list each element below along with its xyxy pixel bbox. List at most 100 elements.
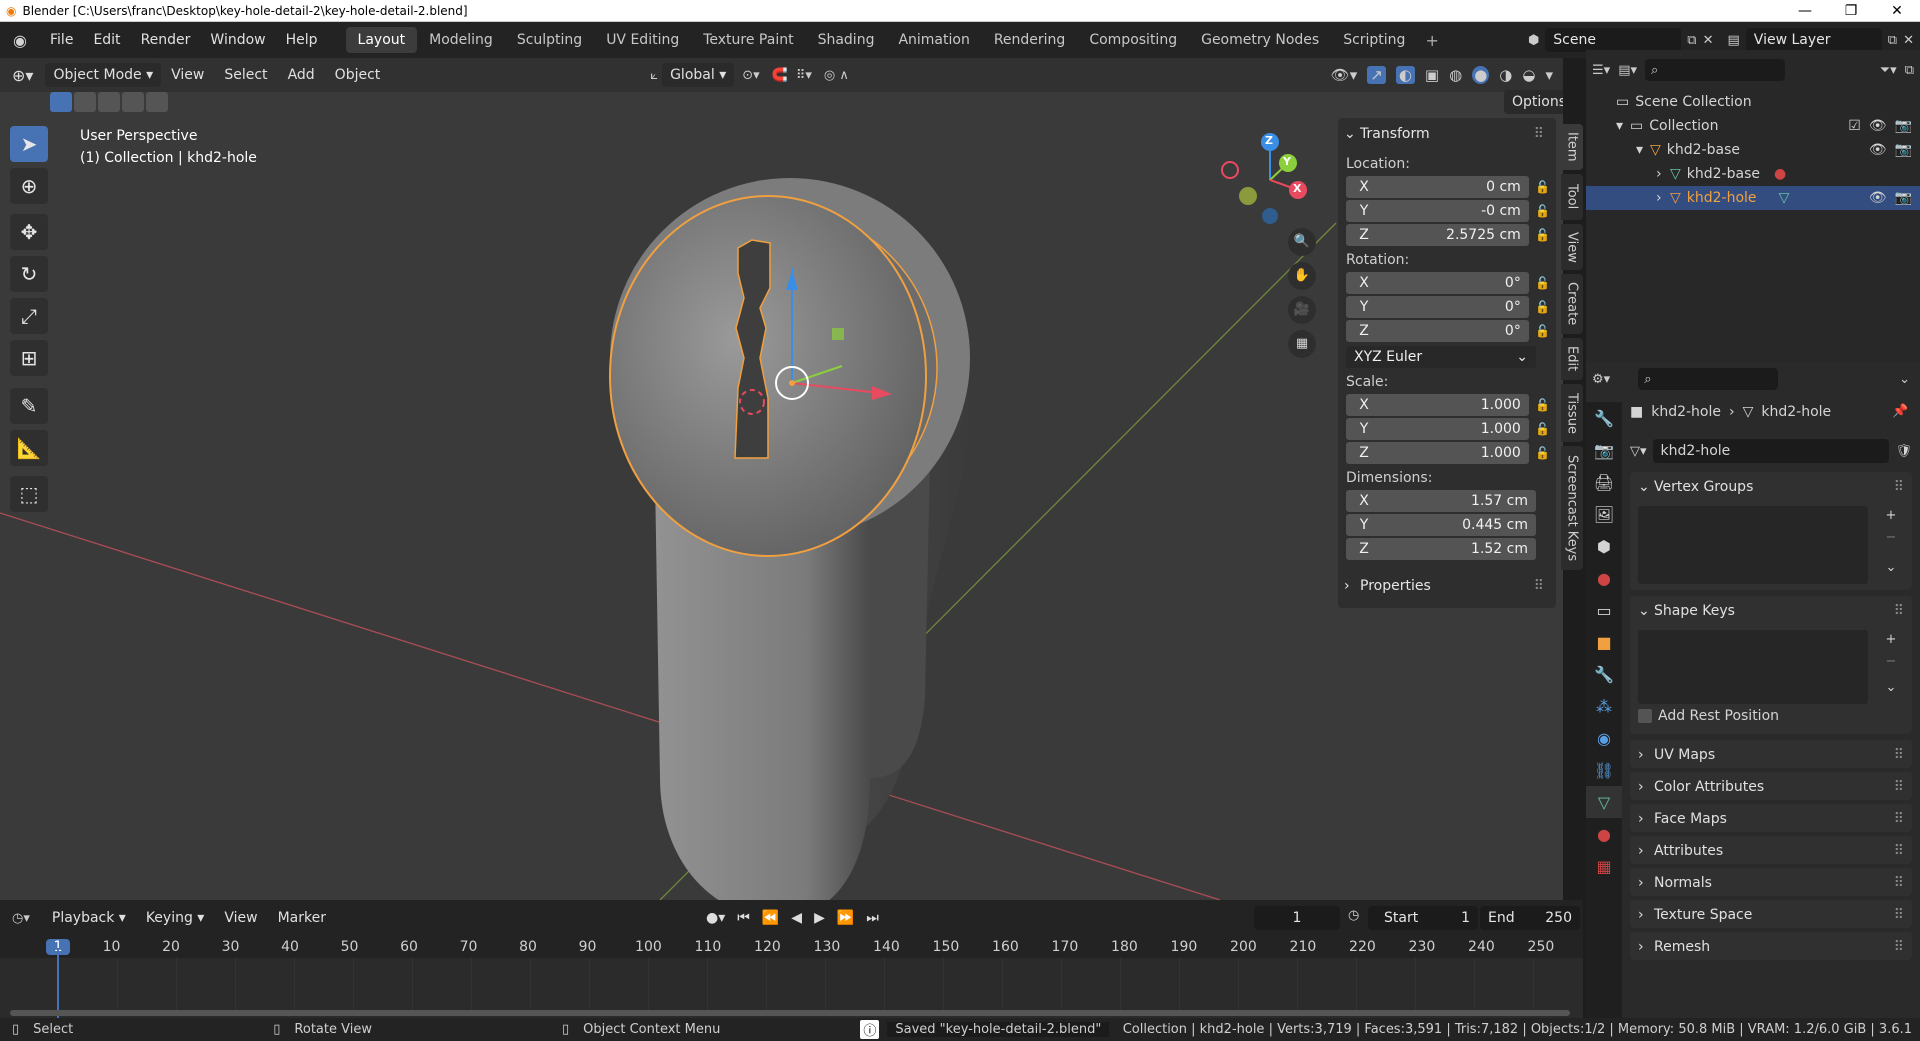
proportional-edit-icon[interactable]: ◎ ∧ <box>816 68 857 83</box>
sidebar-tab-screencast-keys[interactable]: Screencast Keys <box>1561 446 1583 570</box>
menu-window[interactable]: Window <box>200 27 275 53</box>
frame-ruler[interactable]: 1 10 20 30 40 50 60 70 80 90 100 110 120 130 140 150 160… <box>0 936 1583 958</box>
end-frame-field[interactable]: End 250 <box>1480 906 1580 930</box>
close-button[interactable]: ✕ <box>1874 3 1920 19</box>
sidebar-tab-item[interactable]: Item <box>1561 124 1583 170</box>
scale-x-field[interactable]: X 1.000 <box>1346 394 1529 416</box>
minimize-button[interactable]: — <box>1782 3 1828 19</box>
uv-maps-panel[interactable]: › UV Maps ⠿ <box>1630 740 1912 768</box>
location-y-field[interactable]: Y -0 cm <box>1346 200 1529 222</box>
chevron-down-icon[interactable]: ▾ <box>1636 142 1650 158</box>
drag-handle-icon[interactable]: ⠿ <box>1894 603 1904 619</box>
timeline-grid[interactable] <box>0 958 1583 1016</box>
snap-target-icon[interactable]: ⠿▾ <box>792 68 816 83</box>
properties-editor-icon[interactable]: ⚙▾ <box>1592 372 1610 387</box>
fake-user-icon[interactable]: 🛡 <box>1895 444 1912 459</box>
sidebar-tab-create[interactable]: Create <box>1561 274 1583 334</box>
camera-render-icon[interactable]: 📷 <box>1895 118 1912 134</box>
drag-handle-icon[interactable]: ⠿ <box>1894 479 1904 495</box>
add-rest-position-row[interactable]: Add Rest Position <box>1638 708 1779 724</box>
properties-panel-header[interactable]: › Properties ⠿ <box>1338 571 1552 601</box>
select-extend-icon[interactable] <box>74 92 96 112</box>
orientation-select[interactable]: Global ▾ <box>662 63 735 87</box>
timeline-scrollbar[interactable] <box>10 1010 1570 1016</box>
tool-tab-icon[interactable]: 🔧 <box>1586 402 1622 434</box>
rotate-tool-icon[interactable]: ↻ <box>10 256 48 292</box>
view-layer-new-icon[interactable]: ⧉ <box>1888 33 1897 48</box>
add-icon[interactable]: + <box>1880 632 1902 647</box>
record-icon[interactable]: ●▾ <box>706 910 725 926</box>
drag-handle-icon[interactable]: ⠿ <box>1894 747 1904 763</box>
rotation-z-field[interactable]: Z 0° <box>1346 320 1529 342</box>
mesh-name-field[interactable]: khd2-hole <box>1652 439 1890 463</box>
viewport-menu-object[interactable]: Object <box>325 62 391 88</box>
physics-tab-icon[interactable]: ◉ <box>1586 722 1622 754</box>
vertex-groups-header[interactable]: ⌄ Vertex Groups ⠿ <box>1630 472 1912 502</box>
scale-z-field[interactable]: Z 1.000 <box>1346 442 1529 464</box>
chevron-down-icon[interactable]: ▾ <box>1616 118 1630 134</box>
filter-icon[interactable]: ⏷▾ <box>1880 63 1897 78</box>
measure-tool-icon[interactable]: 📐 <box>10 430 48 466</box>
scene-tab-icon[interactable]: ⬢ <box>1586 530 1622 562</box>
menu-render[interactable]: Render <box>131 27 201 53</box>
navigation-gizmo[interactable]: Z Y X <box>1220 130 1320 230</box>
collection-tab-icon[interactable]: ▭ <box>1586 594 1622 626</box>
outliner-search-field[interactable]: ⌕ <box>1645 59 1785 81</box>
start-frame-field[interactable]: Start 1 <box>1368 906 1478 930</box>
current-frame-field[interactable]: 1 <box>1254 906 1340 930</box>
properties-search-field[interactable]: ⌕ <box>1638 368 1779 390</box>
menu-edit[interactable]: Edit <box>83 27 130 53</box>
checkbox-icon[interactable] <box>1638 709 1652 723</box>
modifier-tab-icon[interactable]: 🔧 <box>1586 658 1622 690</box>
timeline-menu-keying[interactable]: Keying ▾ <box>136 905 215 931</box>
move-tool-icon[interactable]: ✥ <box>10 214 48 250</box>
particles-tab-icon[interactable]: ⁂ <box>1586 690 1622 722</box>
lock-icon[interactable]: 🔓 <box>1533 398 1552 412</box>
chevron-right-icon[interactable]: › <box>1656 190 1670 206</box>
scene-remove-icon[interactable]: ✕ <box>1703 33 1714 48</box>
tab-uv-editing[interactable]: UV Editing <box>594 27 691 53</box>
transform-panel-header[interactable]: ⌄ Transform ⠿ <box>1338 119 1552 149</box>
eye-icon[interactable]: 👁 <box>1869 118 1887 134</box>
3d-viewport[interactable]: ⊕▾ Object Mode ▾ View Select Add Object … <box>0 58 1563 900</box>
maximize-button[interactable]: ❐ <box>1828 3 1874 19</box>
scene-icon[interactable]: ⬢ <box>1528 33 1539 48</box>
mesh-data-tab-icon[interactable]: ▽ <box>1586 786 1622 818</box>
chevron-right-icon[interactable]: › <box>1656 166 1670 182</box>
drag-handle-icon[interactable]: ⠿ <box>1894 907 1904 923</box>
drag-handle-icon[interactable]: ⠿ <box>1894 811 1904 827</box>
pin-icon[interactable]: 📌 <box>1892 404 1908 419</box>
next-keyframe-icon[interactable]: ⏩ <box>837 910 854 926</box>
attributes-panel[interactable]: › Attributes ⠿ <box>1630 836 1912 864</box>
outliner-row-khd2-base[interactable]: ▾ ▽ khd2-base 👁 📷 <box>1586 138 1920 162</box>
view-layer-tab-icon[interactable]: 🖼 <box>1586 498 1622 530</box>
lock-icon[interactable]: 🔓 <box>1533 300 1552 314</box>
play-reverse-icon[interactable]: ◀ <box>791 910 802 926</box>
play-icon[interactable]: ▶ <box>814 910 825 926</box>
select-subtract-icon[interactable] <box>98 92 120 112</box>
constraints-tab-icon[interactable]: ⛓ <box>1586 754 1622 786</box>
pivot-icon[interactable]: ⊙▾ <box>734 68 767 83</box>
location-z-field[interactable]: Z 2.5725 cm <box>1346 224 1529 246</box>
viewport-menu-add[interactable]: Add <box>278 62 325 88</box>
new-collection-icon[interactable]: ⧉ <box>1905 63 1914 78</box>
select-box-tool-icon[interactable]: ➤ <box>10 126 48 162</box>
timeline-menu-marker[interactable]: Marker <box>268 905 336 931</box>
menu-file[interactable]: File <box>40 27 83 53</box>
lock-icon[interactable]: 🔓 <box>1533 324 1552 338</box>
render-tab-icon[interactable]: 📷 <box>1586 434 1622 466</box>
outliner-row-scene-collection[interactable]: ▭ Scene Collection <box>1586 90 1920 114</box>
texture-tab-icon[interactable]: ▦ <box>1586 850 1622 882</box>
view-layer-field[interactable]: View Layer <box>1745 28 1882 52</box>
display-mode-icon[interactable]: ▤▾ <box>1618 63 1637 78</box>
camera-render-icon[interactable]: 📷 <box>1895 142 1912 158</box>
cursor-tool-icon[interactable]: ⊕ <box>10 168 48 204</box>
pan-icon[interactable]: ✋ <box>1288 262 1316 290</box>
zoom-icon[interactable]: 🔍 <box>1288 228 1316 256</box>
tab-shading[interactable]: Shading <box>806 27 887 53</box>
transform-tool-icon[interactable]: ⊞ <box>10 340 48 376</box>
lock-icon[interactable]: 🔓 <box>1533 180 1552 194</box>
tab-texture-paint[interactable]: Texture Paint <box>691 27 805 53</box>
face-maps-panel[interactable]: › Face Maps ⠿ <box>1630 804 1912 832</box>
clock-icon[interactable]: ◷ <box>1348 908 1359 923</box>
